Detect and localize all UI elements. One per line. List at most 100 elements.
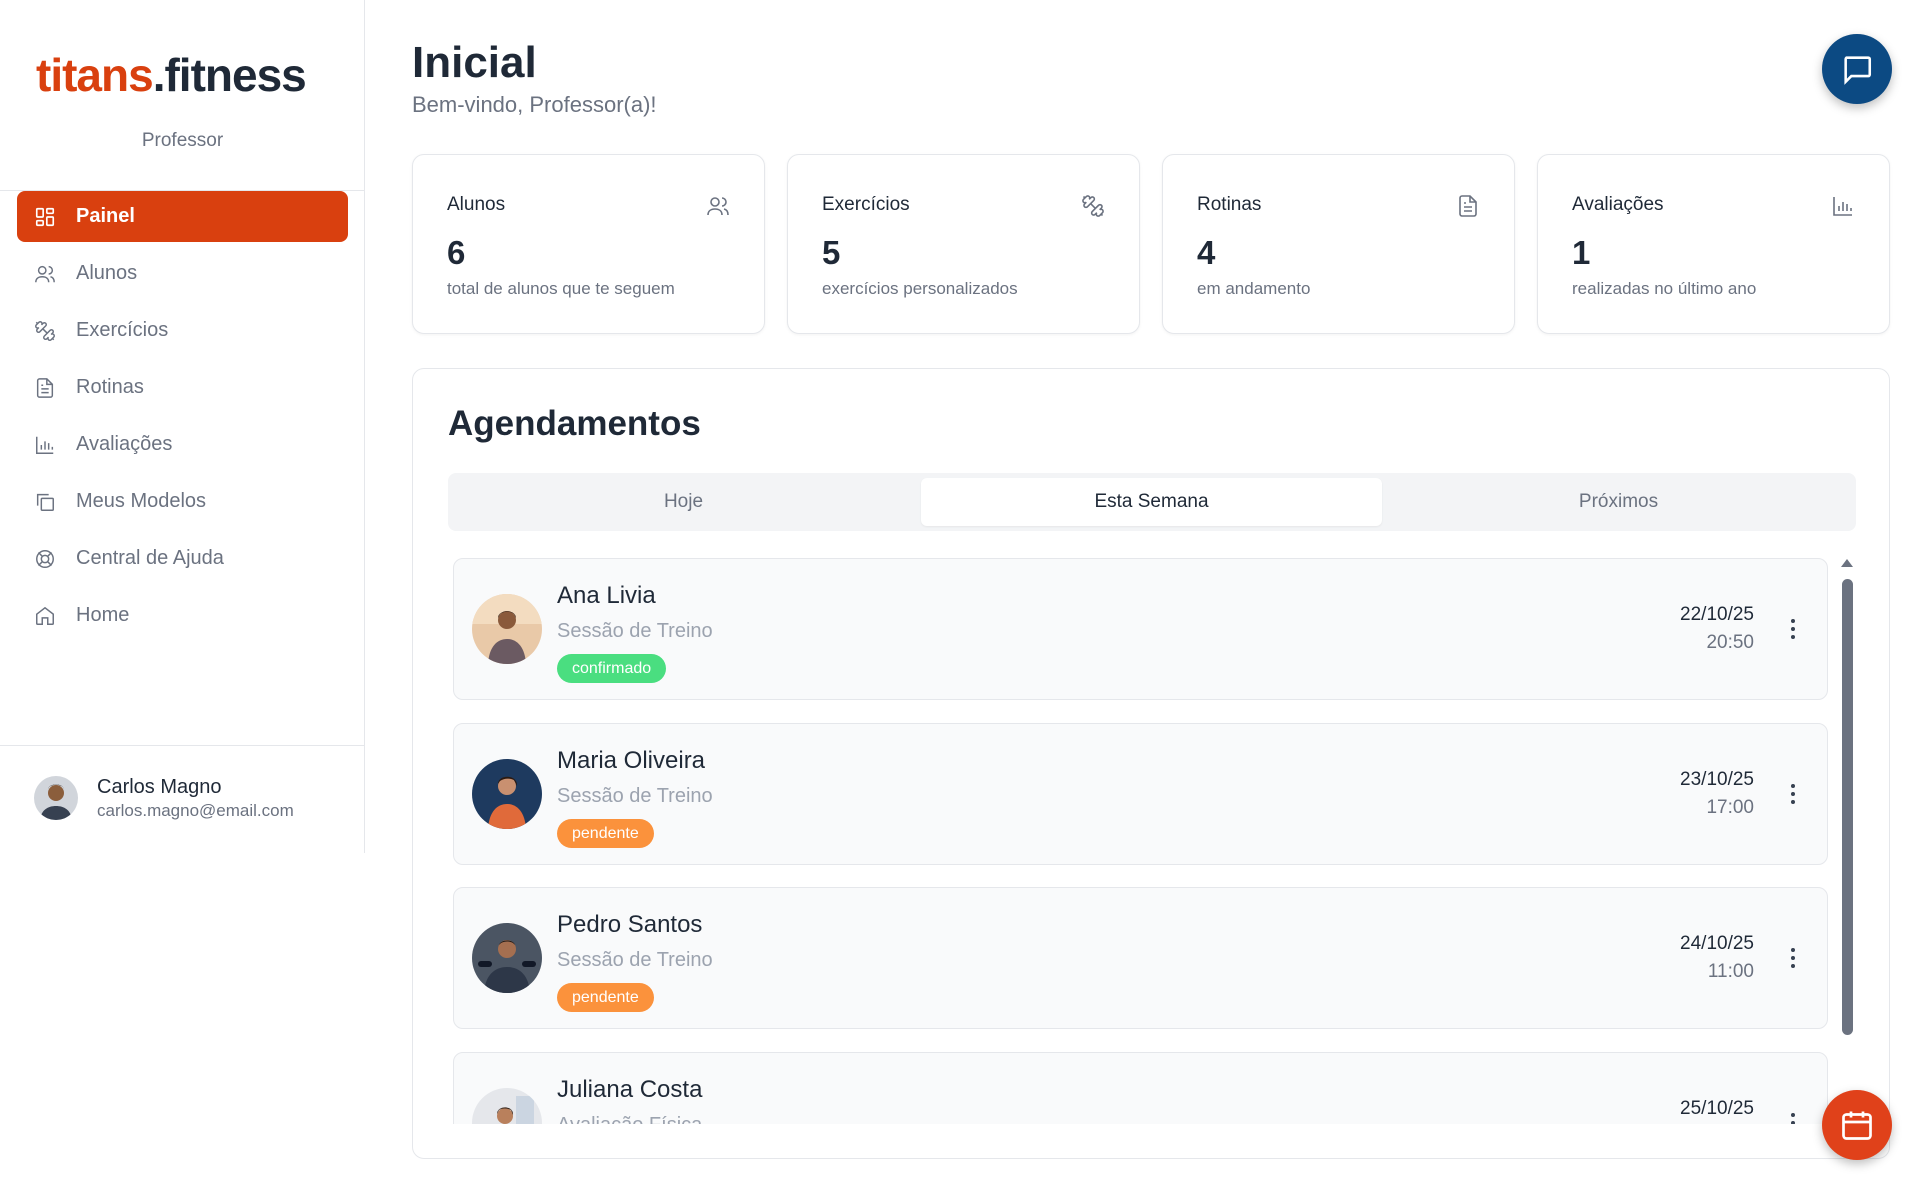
stat-title: Rotinas (1197, 194, 1262, 215)
appointment-date: 23/10/25 (1680, 769, 1754, 790)
copy-icon (36, 493, 54, 511)
appointment-time: 17:00 (1706, 797, 1754, 818)
divider (0, 745, 365, 746)
calendar-icon (1842, 1111, 1872, 1140)
sidebar-item-label: Home (76, 604, 130, 626)
status-badge: confirmado (557, 654, 667, 683)
appointment-date: 24/10/25 (1680, 933, 1754, 954)
schedule-panel: Agendamentos Hoje Esta Semana Próximos A… (412, 368, 1890, 1159)
sidebar-item-label: Central de Ajuda (76, 547, 224, 569)
appointments-list[interactable]: Ana Livia Sessão de Treino confirmado 22… (453, 558, 1828, 1124)
appointment-time: 11:00 (1707, 961, 1754, 982)
scrollbar-thumb[interactable] (1842, 579, 1853, 1035)
stat-description: em andamento (1197, 279, 1311, 298)
sidebar-item-label: Rotinas (76, 376, 144, 398)
appointment-item[interactable]: Pedro Santos Sessão de Treino pendente 2… (453, 887, 1828, 1029)
tab-proximos[interactable]: Próximos (1388, 478, 1849, 526)
avatar (472, 923, 542, 993)
sidebar-item-home[interactable]: Home (17, 590, 348, 641)
user-email: carlos.magno@email.com (97, 801, 294, 820)
scroll-up-arrow-icon[interactable] (1841, 559, 1853, 567)
sidebar-item-exercicios[interactable]: Exercícios (17, 305, 348, 356)
appointment-item[interactable]: Maria Oliveira Sessão de Treino pendente… (453, 723, 1828, 865)
stat-value: 6 (447, 234, 466, 271)
sidebar-item-rotinas[interactable]: Rotinas (17, 362, 348, 413)
appointment-name: Pedro Santos (557, 911, 703, 938)
stat-card-rotinas[interactable]: Rotinas 4 em andamento (1162, 154, 1515, 334)
stat-description: total de alunos que te seguem (447, 279, 675, 298)
avatar (472, 594, 542, 664)
appointment-type: Sessão de Treino (557, 949, 713, 971)
stat-value: 1 (1572, 234, 1591, 271)
stat-description: exercícios personalizados (822, 279, 1018, 298)
stats-cards: Alunos 6 total de alunos que te seguem E… (412, 154, 1890, 334)
document-icon (36, 377, 54, 398)
user-name: Carlos Magno (97, 776, 222, 798)
avatar (472, 1088, 542, 1124)
sidebar-item-alunos[interactable]: Alunos (17, 248, 348, 299)
appointment-item[interactable]: Juliana Costa Avaliação Física 25/10/25 (453, 1052, 1828, 1124)
page-title: Inicial (412, 38, 537, 87)
sidebar: titans.fitness Professor Painel Alunos E… (0, 0, 365, 853)
appointment-item[interactable]: Ana Livia Sessão de Treino confirmado 22… (453, 558, 1828, 700)
bar-chart-icon (1833, 197, 1852, 216)
users-icon (35, 265, 55, 282)
calendar-button[interactable] (1822, 1090, 1892, 1160)
appointment-type: Avaliação Física (557, 1114, 702, 1124)
bar-chart-icon (36, 436, 54, 454)
tab-esta-semana[interactable]: Esta Semana (921, 478, 1382, 526)
appointment-type: Sessão de Treino (557, 785, 713, 807)
home-icon (36, 606, 54, 625)
lifebuoy-icon (36, 549, 54, 568)
sidebar-item-label: Avaliações (76, 433, 173, 455)
logo-suffix: .fitness (152, 49, 307, 101)
appointment-name: Juliana Costa (557, 1076, 703, 1103)
appointment-date: 25/10/25 (1680, 1098, 1754, 1119)
user-profile[interactable]: Carlos Magno carlos.magno@email.com (34, 774, 294, 822)
sidebar-item-label: Exercícios (76, 319, 169, 341)
stat-card-avaliacoes[interactable]: Avaliações 1 realizadas no último ano (1537, 154, 1890, 334)
status-badge: pendente (557, 819, 654, 848)
tab-hoje[interactable]: Hoje (453, 478, 914, 526)
chat-button[interactable] (1822, 34, 1892, 104)
more-vertical-icon[interactable] (1790, 946, 1796, 970)
logo: titans.fitness (36, 49, 307, 101)
appointment-type: Sessão de Treino (557, 620, 713, 642)
sidebar-nav: Painel Alunos Exercícios Rotinas Avaliaç… (17, 191, 348, 647)
sidebar-item-avaliacoes[interactable]: Avaliações (17, 419, 348, 470)
stat-description: realizadas no último ano (1572, 279, 1757, 298)
stat-card-exercicios[interactable]: Exercícios 5 exercícios personalizados (787, 154, 1140, 334)
sidebar-item-label: Meus Modelos (76, 490, 207, 512)
schedule-tabs: Hoje Esta Semana Próximos (448, 473, 1856, 531)
user-role: Professor (141, 130, 224, 151)
stat-title: Alunos (447, 194, 506, 215)
avatar (34, 776, 78, 820)
app: titans.fitness Professor Painel Alunos E… (0, 0, 1922, 1190)
stat-value: 4 (1197, 234, 1216, 271)
appointment-name: Maria Oliveira (557, 747, 706, 774)
status-badge: pendente (557, 983, 654, 1012)
grid-icon (35, 207, 55, 226)
more-vertical-icon[interactable] (1790, 1111, 1796, 1124)
logo-brand: titans (36, 49, 154, 101)
stat-value: 5 (822, 234, 841, 271)
sidebar-item-central-de-ajuda[interactable]: Central de Ajuda (17, 533, 348, 584)
sidebar-item-label: Alunos (76, 262, 138, 284)
appointment-time: 20:50 (1706, 632, 1754, 653)
avatar (472, 759, 542, 829)
stat-title: Avaliações (1572, 194, 1664, 215)
sidebar-item-meus-modelos[interactable]: Meus Modelos (17, 476, 348, 527)
sidebar-item-label: Painel (76, 205, 135, 227)
stat-card-alunos[interactable]: Alunos 6 total de alunos que te seguem (412, 154, 765, 334)
document-icon (1459, 195, 1477, 217)
dumbbell-icon (1082, 195, 1104, 217)
page-subtitle: Bem-vindo, Professor(a)! (412, 92, 657, 117)
more-vertical-icon[interactable] (1790, 782, 1796, 806)
dumbbell-icon (35, 320, 55, 341)
stat-title: Exercícios (822, 194, 910, 215)
chat-icon (1844, 56, 1872, 85)
more-vertical-icon[interactable] (1790, 617, 1796, 641)
sidebar-item-painel[interactable]: Painel (17, 191, 348, 242)
appointment-name: Ana Livia (557, 582, 656, 609)
users-icon (707, 197, 729, 216)
